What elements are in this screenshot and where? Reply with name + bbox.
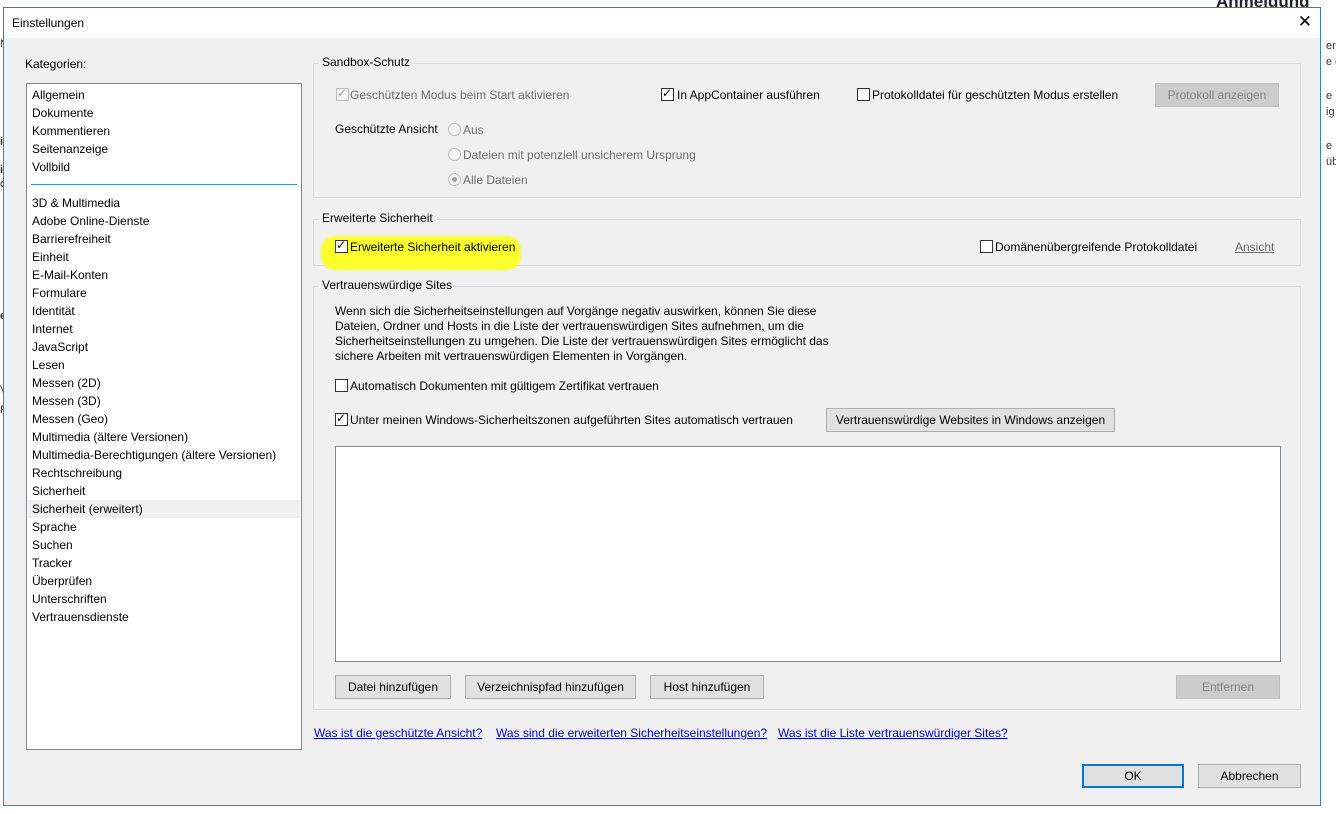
category-item[interactable]: E-Mail-Konten — [28, 266, 300, 284]
dialog-title: Einstellungen — [12, 16, 85, 30]
category-item[interactable]: Dokumente — [28, 104, 300, 122]
enhanced-security-help-link[interactable]: Was sind die erweiterten Sicherheitseins… — [496, 726, 767, 740]
category-item[interactable]: 3D & Multimedia — [28, 194, 300, 212]
category-item[interactable]: Allgemein — [28, 86, 300, 104]
category-item[interactable]: Einheit — [28, 248, 300, 266]
category-item[interactable]: Vertrauensdienste — [28, 608, 300, 626]
radio-off[interactable] — [448, 123, 461, 136]
auto-trust-certificate-checkbox[interactable] — [335, 379, 348, 392]
category-item[interactable]: Überprüfen — [28, 572, 300, 590]
enhanced-security-checkbox[interactable]: ✓ — [335, 238, 348, 253]
category-item[interactable]: Identität — [28, 302, 300, 320]
appcontainer-checkbox[interactable]: ✓ — [661, 86, 674, 101]
radio-unsafe-origin[interactable] — [448, 148, 461, 161]
radio-all-files[interactable] — [448, 173, 461, 186]
trusted-sites-description: Wenn sich die Sicherheitseinstellungen a… — [335, 304, 829, 363]
background-text: erm — [1326, 40, 1336, 52]
category-item[interactable]: Internet — [28, 320, 300, 338]
category-item[interactable]: Suchen — [28, 536, 300, 554]
dialog-titlebar[interactable]: Einstellungen ✕ — [4, 8, 1320, 38]
background-text: e g — [1326, 56, 1336, 68]
windows-zones-checkbox[interactable]: ✓ — [335, 411, 348, 426]
add-host-button[interactable]: Host hinzufügen — [650, 675, 764, 699]
category-item[interactable]: Messen (2D) — [28, 374, 300, 392]
checkmark-icon: ✓ — [662, 86, 673, 100]
settings-dialog: Einstellungen ✕ Kategorien: Allgemein Dok… — [3, 7, 1321, 806]
show-log-button[interactable]: Protokoll anzeigen — [1155, 83, 1279, 107]
protected-mode-label: Geschützten Modus beim Start aktivieren — [350, 88, 570, 102]
protected-view-label: Geschützte Ansicht — [335, 122, 438, 136]
windows-zones-label: Unter meinen Windows-Sicherheitszonen au… — [350, 413, 793, 427]
category-item[interactable]: JavaScript — [28, 338, 300, 356]
category-item[interactable]: Sprache — [28, 518, 300, 536]
close-icon[interactable]: ✕ — [1298, 12, 1312, 32]
show-windows-sites-button[interactable]: Vertrauenswürdige Websites in Windows an… — [826, 408, 1115, 432]
category-item[interactable]: Kommentieren — [28, 122, 300, 140]
protected-mode-checkbox[interactable]: ✓ — [336, 86, 349, 101]
auto-trust-certificate-label: Automatisch Dokumenten mit gültigem Zert… — [350, 379, 659, 393]
enhanced-security-group-title: Erweiterte Sicherheit — [319, 211, 436, 225]
categories-label: Kategorien: — [25, 57, 87, 71]
radio-all-files-label: Alle Dateien — [463, 173, 528, 187]
category-item[interactable]: Formulare — [28, 284, 300, 302]
checkmark-icon: ✓ — [337, 86, 348, 100]
ok-button[interactable]: OK — [1082, 764, 1184, 788]
logfile-checkbox[interactable] — [857, 88, 870, 101]
background-text: e P — [1326, 140, 1336, 152]
sandbox-group-title: Sandbox-Schutz — [319, 55, 414, 69]
category-item[interactable]: Sicherheit — [28, 482, 300, 500]
remove-button[interactable]: Entfernen — [1176, 675, 1280, 699]
add-file-button[interactable]: Datei hinzufügen — [335, 675, 451, 699]
background-text: üb — [1326, 156, 1336, 168]
view-log-link[interactable]: Ansicht — [1235, 240, 1274, 254]
checkmark-icon: ✓ — [336, 411, 347, 425]
category-item-selected[interactable]: Sicherheit (erweitert) — [28, 500, 300, 518]
category-item[interactable]: Multimedia-Berechtigungen (ältere Versio… — [28, 446, 300, 464]
category-item[interactable]: Vollbild — [28, 158, 300, 176]
category-item[interactable]: Tracker — [28, 554, 300, 572]
checkmark-icon: ✓ — [336, 238, 347, 252]
trusted-sites-list[interactable] — [335, 446, 1281, 662]
logfile-label: Protokolldatei für geschützten Modus ers… — [872, 88, 1119, 102]
appcontainer-label: In AppContainer ausführen — [677, 88, 820, 102]
trusted-sites-help-link[interactable]: Was ist die Liste vertrauenswürdiger Sit… — [778, 726, 1008, 740]
protected-view-help-link[interactable]: Was ist die geschützte Ansicht? — [314, 726, 482, 740]
radio-off-label: Aus — [463, 123, 484, 137]
crossdomain-log-checkbox[interactable] — [980, 240, 993, 253]
background-text: e Ih — [1326, 90, 1336, 102]
cancel-button[interactable]: Abbrechen — [1198, 764, 1301, 788]
radio-unsafe-origin-label: Dateien mit potenziell unsicherem Urspru… — [463, 148, 696, 162]
category-item[interactable]: Messen (3D) — [28, 392, 300, 410]
radio-selected-dot — [452, 177, 457, 182]
category-item[interactable]: Unterschriften — [28, 590, 300, 608]
enhanced-security-label: Erweiterte Sicherheit aktivieren — [350, 240, 516, 254]
category-separator — [31, 184, 297, 185]
category-item[interactable]: Lesen — [28, 356, 300, 374]
category-item[interactable]: Messen (Geo) — [28, 410, 300, 428]
crossdomain-log-label: Domänenübergreifende Protokolldatei — [995, 240, 1198, 254]
add-folder-button[interactable]: Verzeichnispfad hinzufügen — [465, 675, 636, 699]
category-item[interactable]: Barrierefreiheit — [28, 230, 300, 248]
sandbox-group: Sandbox-Schutz — [313, 55, 1301, 198]
background-text: ig — [1326, 106, 1335, 118]
category-item[interactable]: Multimedia (ältere Versionen) — [28, 428, 300, 446]
trusted-sites-group-title: Vertrauenswürdige Sites — [319, 278, 456, 292]
category-item[interactable]: Rechtschreibung — [28, 464, 300, 482]
category-item[interactable]: Adobe Online-Dienste — [28, 212, 300, 230]
category-list[interactable]: Allgemein Dokumente Kommentieren Seitenanze… — [26, 83, 302, 750]
category-item[interactable]: Seitenanzeige — [28, 140, 300, 158]
